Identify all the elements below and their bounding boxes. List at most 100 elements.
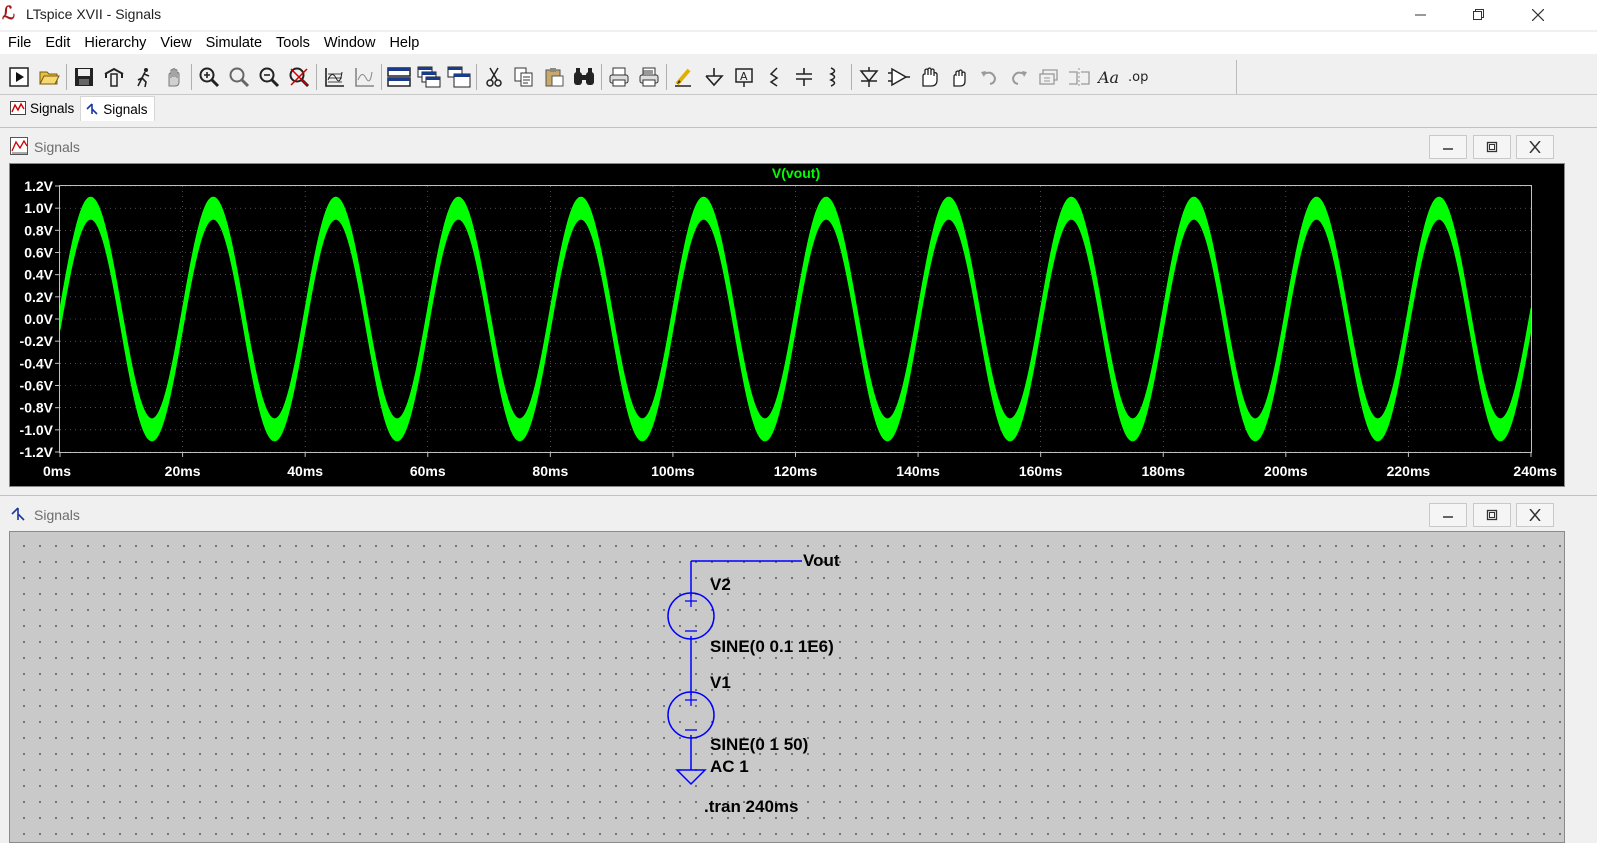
spice-directive-button[interactable]: .op [1124, 62, 1154, 92]
drag-button[interactable] [944, 62, 974, 92]
halt-icon [168, 68, 180, 87]
tile-horizontal-button[interactable] [384, 62, 414, 92]
zoom-out-button[interactable] [254, 62, 284, 92]
paste-button[interactable] [539, 62, 569, 92]
save-button[interactable] [69, 62, 99, 92]
v1-value-label[interactable]: SINE(0 1 50) [710, 735, 808, 755]
menu-view[interactable]: View [153, 32, 198, 54]
ltspice-logo-icon: ℒ [2, 3, 15, 24]
inductor-icon [829, 67, 836, 87]
undo-button[interactable] [974, 62, 1004, 92]
schematic-maximize-button[interactable] [1473, 503, 1511, 527]
cancel-autoscale-button[interactable] [349, 62, 379, 92]
diode-button[interactable] [854, 62, 884, 92]
save-icon [75, 68, 93, 86]
x-tick-label: 160ms [1019, 463, 1063, 479]
schematic-close-button[interactable] [1516, 503, 1554, 527]
text-icon: Aa [1097, 68, 1119, 87]
y-tick-label: -0.4V [20, 355, 54, 371]
redo-icon [1011, 71, 1027, 85]
toolbar-divider [0, 94, 1597, 95]
copy-button[interactable] [509, 62, 539, 92]
schematic-canvas[interactable]: Vout V2 SINE(0 0.1 1E6) V1 SINE(0 1 50) … [9, 531, 1565, 843]
text-button[interactable]: Aa [1094, 62, 1124, 92]
x-tick-label: 20ms [165, 463, 201, 479]
plot-area[interactable]: V(vout) 1.2V 1.0V 0.8V 0.6V 0.4V 0.2V 0.0V -0.2… [9, 163, 1565, 487]
menu-file[interactable]: File [0, 32, 38, 54]
tile-vertical-icon [447, 66, 471, 88]
redo-button[interactable] [1004, 62, 1034, 92]
x-axis-ticks: 0ms 20ms 40ms 60ms 80ms 100ms 120ms 140ms 160ms 1… [43, 452, 1557, 479]
move-button[interactable] [914, 62, 944, 92]
control-panel-button[interactable] [99, 62, 129, 92]
capacitor-icon [796, 68, 812, 86]
menu-hierarchy[interactable]: Hierarchy [77, 32, 153, 54]
paste-icon [545, 68, 564, 87]
cancel-autoscale-icon [355, 68, 374, 87]
menu-edit[interactable]: Edit [38, 32, 77, 54]
ground-symbol-icon[interactable] [675, 769, 707, 786]
mirror-button[interactable] [1064, 62, 1094, 92]
y-tick-label: 1.0V [24, 200, 53, 216]
zoom-to-fit-icon [229, 67, 250, 88]
minimize-window-button[interactable] [1392, 0, 1450, 30]
toolbar-separator [191, 64, 192, 90]
capacitor-button[interactable] [789, 62, 819, 92]
net-label-vout[interactable]: Vout [803, 551, 840, 571]
schematic-minimize-button[interactable] [1429, 503, 1467, 527]
toolbar-separator [666, 64, 667, 90]
component-button[interactable] [884, 62, 914, 92]
copy-icon [514, 67, 533, 87]
menu-window[interactable]: Window [317, 32, 383, 54]
voltage-source-v1[interactable] [667, 691, 715, 739]
control-panel-icon [104, 67, 124, 87]
spice-directive-icon: .op [1128, 70, 1148, 85]
label-net-button[interactable]: A [729, 62, 759, 92]
zoom-to-fit-button[interactable] [224, 62, 254, 92]
cut-icon [486, 67, 502, 87]
tab-schematic-signals[interactable]: Signals [80, 96, 155, 121]
cascade-button[interactable] [414, 62, 444, 92]
print-preview-button[interactable] [634, 62, 664, 92]
zoom-cancel-button[interactable] [284, 62, 314, 92]
menu-simulate[interactable]: Simulate [199, 32, 269, 54]
open-button[interactable] [34, 62, 64, 92]
resistor-button[interactable] [759, 62, 789, 92]
menu-tools[interactable]: Tools [269, 32, 317, 54]
close-window-button[interactable] [1509, 0, 1567, 30]
zoom-in-button[interactable] [194, 62, 224, 92]
cut-button[interactable] [479, 62, 509, 92]
x-tick-label: 0ms [43, 463, 71, 479]
tile-vertical-button[interactable] [444, 62, 474, 92]
undo-icon [981, 71, 997, 85]
y-tick-label: -0.2V [20, 333, 54, 349]
new-schematic-button[interactable] [4, 62, 34, 92]
restore-window-button[interactable] [1450, 0, 1508, 30]
halt-button[interactable] [159, 62, 189, 92]
menu-help[interactable]: Help [382, 32, 426, 54]
waveform-plot: V(vout) 1.2V 1.0V 0.8V 0.6V 0.4V 0.2V 0.0V -0.2… [20, 165, 1558, 479]
v1-name-label[interactable]: V1 [710, 673, 731, 693]
ground-button[interactable] [699, 62, 729, 92]
waveform-close-button[interactable] [1516, 135, 1554, 159]
run-button[interactable] [129, 62, 159, 92]
waveform-maximize-button[interactable] [1473, 135, 1511, 159]
spice-directive-tran[interactable]: .tran 240ms [704, 797, 799, 817]
voltage-source-v2[interactable] [667, 592, 715, 640]
find-icon [574, 68, 594, 85]
rotate-button[interactable] [1034, 62, 1064, 92]
print-button[interactable] [604, 62, 634, 92]
draw-wire-button[interactable] [669, 62, 699, 92]
inductor-button[interactable] [819, 62, 849, 92]
v1-ac-label[interactable]: AC 1 [710, 757, 749, 777]
tab-waveform-signals[interactable]: Signals [6, 96, 80, 120]
schematic-window-title: Signals [34, 507, 80, 523]
y-tick-label: 1.2V [24, 178, 53, 194]
v2-name-label[interactable]: V2 [710, 575, 731, 595]
autoscale-button[interactable] [319, 62, 349, 92]
title-bar: ℒ LTspice XVII - Signals [0, 0, 1597, 30]
maximize-icon [1486, 141, 1498, 153]
v2-value-label[interactable]: SINE(0 0.1 1E6) [710, 637, 834, 657]
find-button[interactable] [569, 62, 599, 92]
waveform-minimize-button[interactable] [1429, 135, 1467, 159]
